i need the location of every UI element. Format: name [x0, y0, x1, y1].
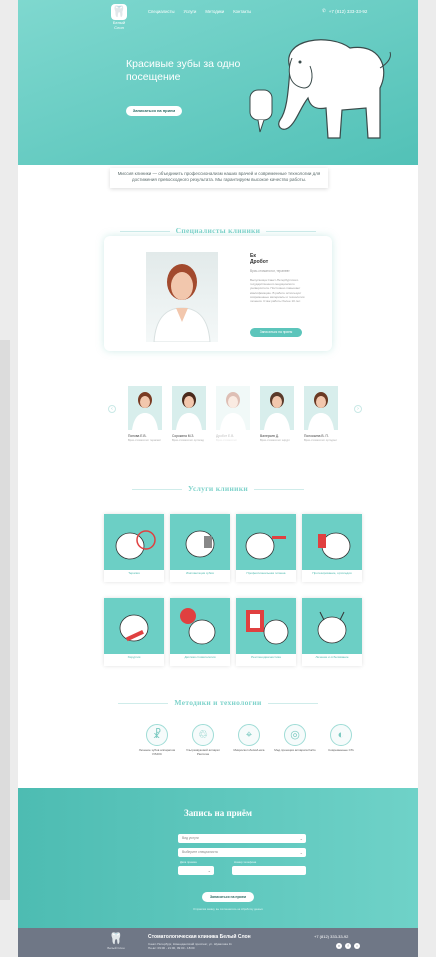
tomography-icon: ◐: [330, 724, 352, 746]
specialists-carousel: Попова Е.В. Врач-стоматолог терапевт Сор…: [104, 386, 364, 466]
scanner-icon: ◎: [284, 724, 306, 746]
featured-specialist-card: Ек Дробот Врач-стоматолог, терапевт Выпу…: [104, 236, 332, 351]
main-nav: Специалисты Услуги Методики Контакты: [148, 9, 251, 14]
method-item[interactable]: ◐ Современные CTs: [318, 724, 364, 753]
specialist-thumb[interactable]: Попова Е.В. Врач-стоматолог терапевт: [128, 386, 162, 443]
specialists-title: Специалисты клиники: [18, 226, 418, 235]
specialist-thumb[interactable]: Дробот Е.В. Врач-стоматолог: [216, 386, 250, 443]
specialist-photo: [304, 386, 338, 430]
laser-icon: ☧: [146, 724, 168, 746]
specialist-thumb[interactable]: Сорокина М.З. Врач-стоматолог ортопед: [172, 386, 206, 443]
doctor-photo: [146, 252, 218, 342]
logo[interactable]: 🦷 Белый Слон: [110, 4, 128, 34]
left-scroll-gutter: [0, 340, 10, 900]
tooth-logo-icon: 🦷: [111, 4, 127, 20]
doctor-description: Выпускница Санкт-Петербургского государс…: [250, 278, 305, 304]
booking-title: Запись на приём: [184, 808, 252, 818]
chevron-down-icon: ⌄: [207, 868, 211, 873]
specialist-photo: [260, 386, 294, 430]
specialist-photo: [216, 386, 250, 430]
footer-phone[interactable]: +7 (812) 333-33-92: [314, 934, 348, 939]
specialist-thumb[interactable]: Полоскина В. П. Врач-стоматолог ортодонт: [304, 386, 338, 443]
ultrasound-icon: ♲: [192, 724, 214, 746]
service-card[interactable]: Профессиональная гигиена: [236, 514, 296, 582]
social-links: v f ○: [336, 943, 360, 949]
page: 🦷 Белый Слон Специалисты Услуги Методики…: [18, 0, 418, 957]
doctor-select[interactable]: Выберите специалиста ⌄: [178, 848, 306, 857]
elephant-kids-icon: [170, 598, 230, 654]
booking-policy-text: Отправляя заявку, вы соглашаетесь на обр…: [193, 908, 263, 911]
service-card[interactable]: Рентгенодиагностика: [236, 598, 296, 666]
footer-address: Санкт-Петербург, Комендантский проспект,…: [148, 942, 232, 950]
elephant-whitening-icon: [302, 598, 362, 654]
method-item[interactable]: ♲ Ультразвуковой аппарат Piezonas: [180, 724, 226, 757]
methods-title: Методики и технологии: [18, 698, 418, 707]
doctor-name: Ек Дробот: [250, 253, 269, 265]
specialist-photo: [172, 386, 206, 430]
logo-text: Белый Слон: [112, 20, 126, 30]
date-select[interactable]: ⌄: [178, 866, 214, 875]
nav-item-services[interactable]: Услуги: [184, 9, 197, 14]
services-title: Услуги клиники: [18, 484, 418, 493]
service-card[interactable]: Хирургия: [104, 598, 164, 666]
nav-item-methods[interactable]: Методики: [205, 9, 224, 14]
elephant-illustration: [249, 39, 391, 139]
elephant-surgery-icon: [104, 598, 164, 654]
microscope-icon: ⌖: [238, 724, 260, 746]
specialist-photo: [128, 386, 162, 430]
phone-icon: ✆: [322, 8, 326, 13]
mission-text: Миссия клиники — объединить профессионал…: [110, 168, 328, 188]
elephant-implant-icon: [170, 514, 230, 570]
elephant-dentist-icon: [104, 514, 164, 570]
method-item[interactable]: ☧ Лечение зубов аппаратом VISIOC: [134, 724, 180, 757]
doctor-role: Врач-стоматолог, терапевт: [250, 269, 290, 273]
service-card[interactable]: Терапия: [104, 514, 164, 582]
service-card[interactable]: Протезирование, ортопедия: [302, 514, 362, 582]
booking-submit-button[interactable]: Записаться на прием: [202, 892, 254, 902]
elephant-prosthetics-icon: [302, 514, 362, 570]
header-phone[interactable]: ✆ +7 (812) 333-33-92: [322, 8, 367, 14]
header-phone-number: +7 (812) 333-33-92: [328, 8, 368, 14]
booking-section: Запись на приём Вид услуги ⌄ Выберите сп…: [18, 788, 418, 928]
date-label: Дата приема: [180, 860, 197, 864]
method-item[interactable]: ◎ Мед.проекция аппарата KaVo: [272, 724, 318, 753]
instagram-icon[interactable]: ○: [354, 943, 360, 949]
hero-book-button[interactable]: Записаться на прием: [126, 106, 182, 116]
service-card[interactable]: Имплантация зубов: [170, 514, 230, 582]
tooth-logo-icon: 🦷: [109, 933, 123, 945]
vk-icon[interactable]: v: [336, 943, 342, 949]
doctor-book-button[interactable]: Записаться на прием: [250, 328, 302, 337]
method-item[interactable]: ⌖ Микроскоп Zeiss/Leica: [226, 724, 272, 753]
footer: 🦷 Белый Слон Стоматологическая клиника Б…: [18, 928, 418, 957]
nav-item-specialists[interactable]: Специалисты: [148, 9, 175, 14]
nav-item-contacts[interactable]: Контакты: [233, 9, 251, 14]
specialist-thumb[interactable]: Валерьев Д. Врач-стоматолог хирург: [260, 386, 294, 443]
service-card[interactable]: Лечение и отбеливание: [302, 598, 362, 666]
facebook-icon[interactable]: f: [345, 943, 351, 949]
hero-section: 🦷 Белый Слон Специалисты Услуги Методики…: [18, 0, 418, 165]
chevron-down-icon: ⌄: [299, 836, 303, 841]
chevron-down-icon: ⌄: [299, 850, 303, 855]
footer-title: Стоматологическая клиника Белый Слон: [148, 934, 251, 940]
elephant-xray-icon: [236, 598, 296, 654]
phone-label: Номер телефона: [234, 860, 257, 864]
footer-logo[interactable]: 🦷 Белый Слон: [106, 932, 126, 954]
elephant-hygiene-icon: [236, 514, 296, 570]
service-select[interactable]: Вид услуги ⌄: [178, 834, 306, 843]
service-card[interactable]: Детская стоматология: [170, 598, 230, 666]
phone-input[interactable]: [232, 866, 306, 875]
